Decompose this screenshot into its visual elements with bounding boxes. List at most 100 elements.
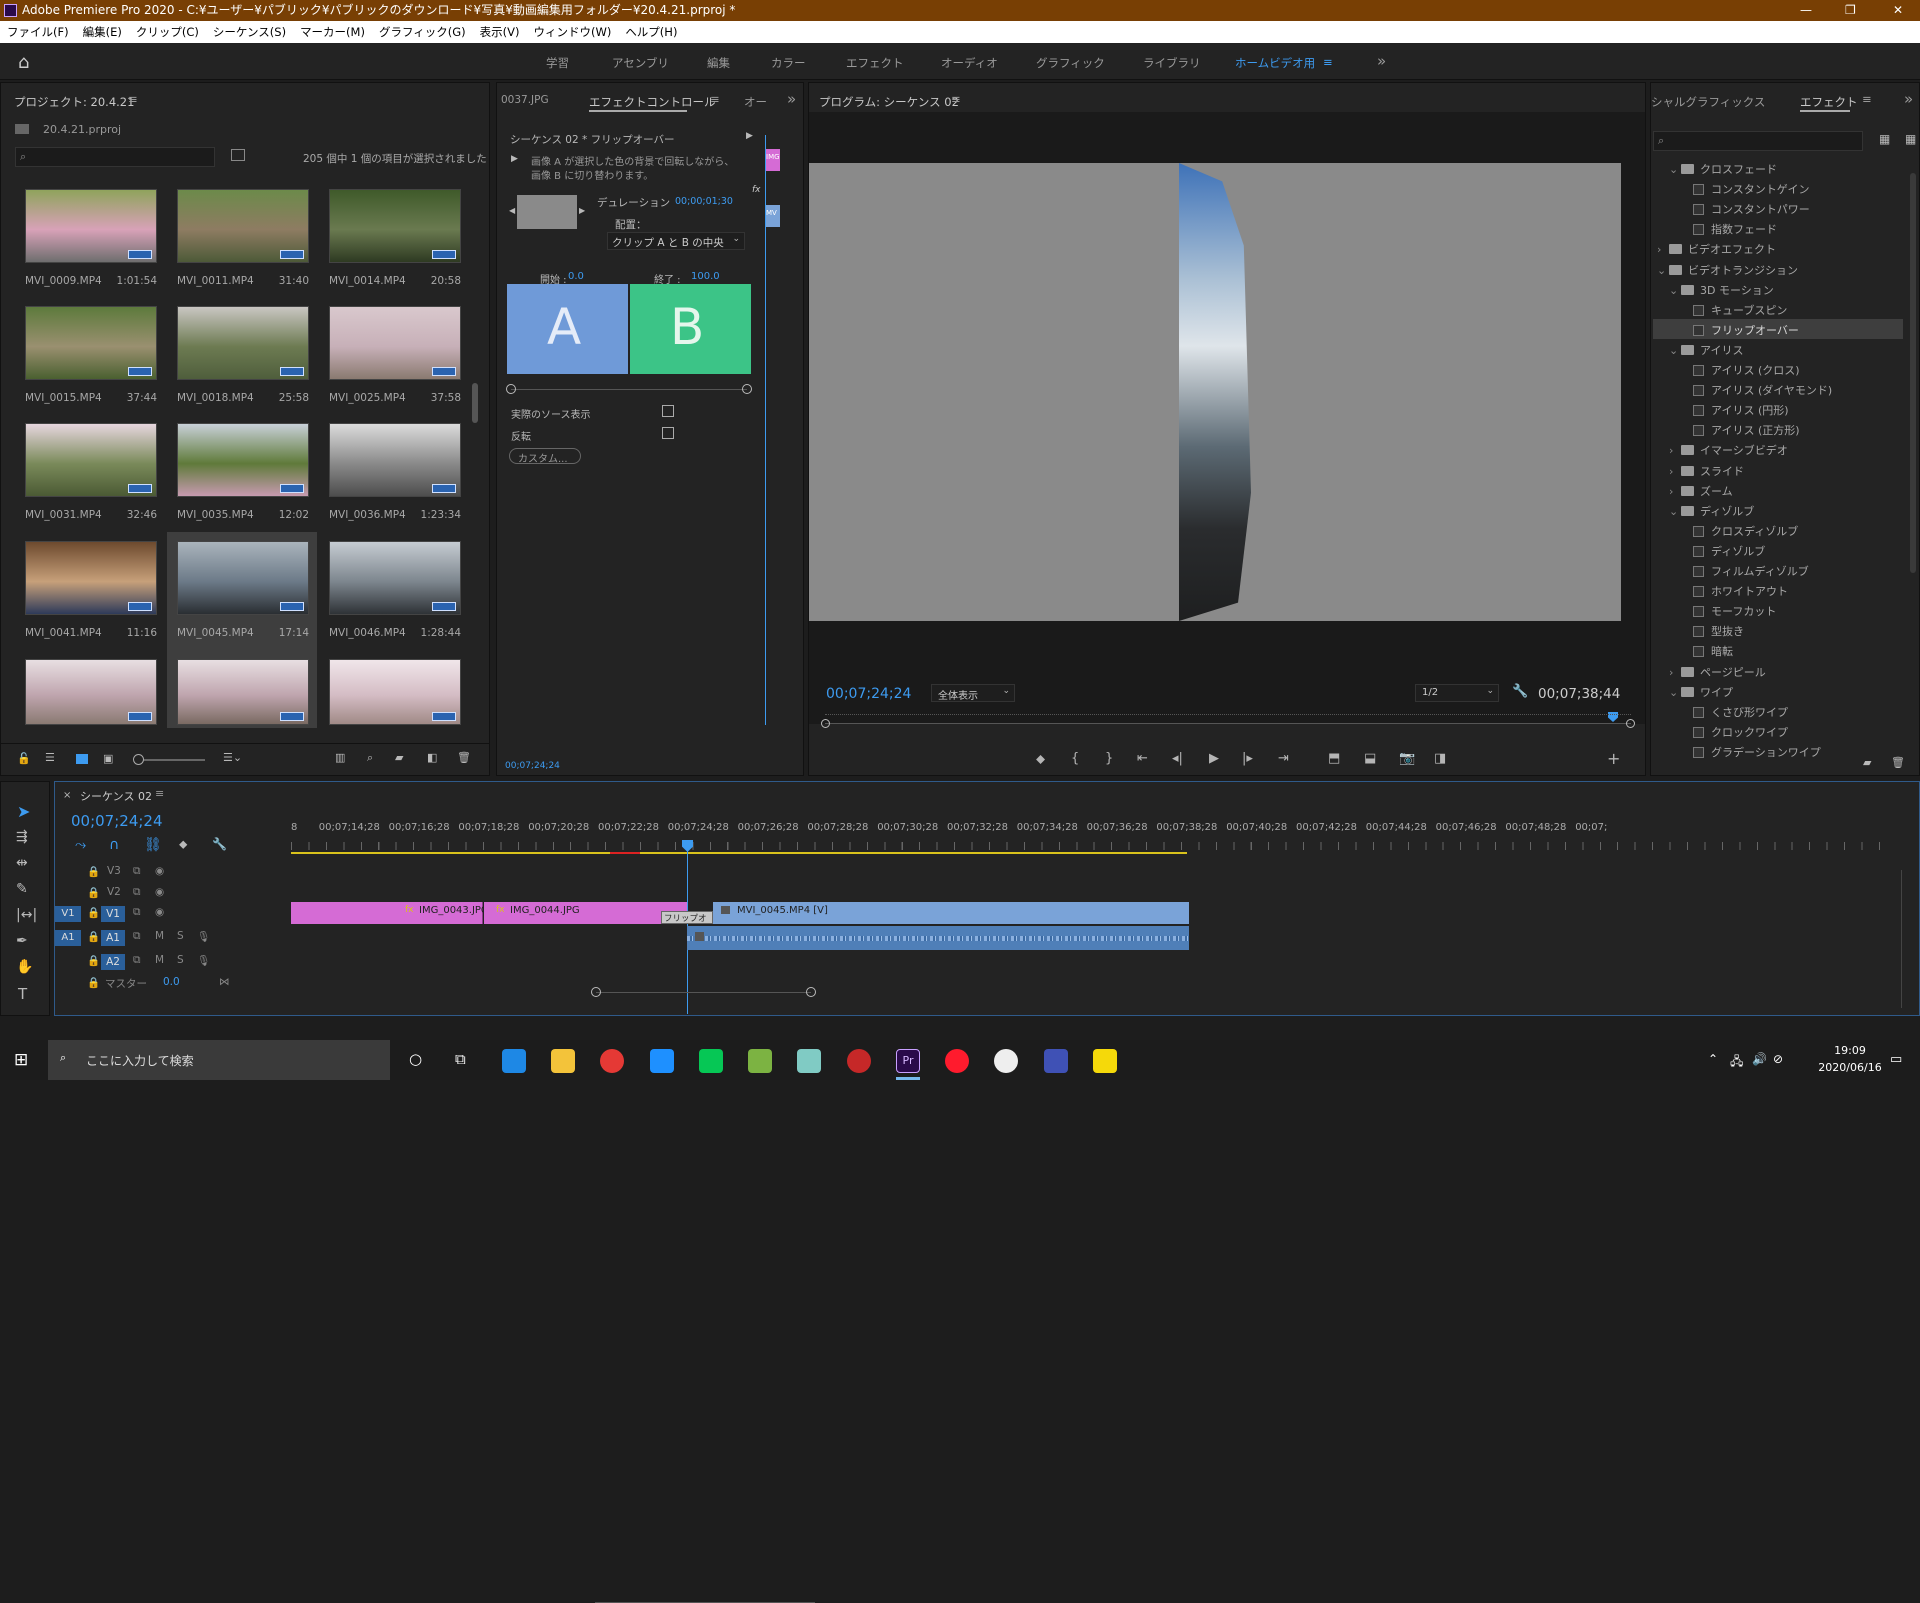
clip-thumbnail[interactable] — [25, 423, 157, 497]
menu-clip[interactable]: クリップ(C) — [136, 25, 199, 39]
project-scrollbar[interactable] — [472, 383, 478, 423]
effect-item[interactable]: くさび形ワイプ — [1681, 704, 1788, 720]
menu-sequence[interactable]: シーケンス(S) — [213, 25, 286, 39]
clock-time[interactable]: 19:09 — [1820, 1044, 1880, 1057]
app-icon-3[interactable] — [748, 1049, 772, 1073]
list-view-icon[interactable]: ☰ — [45, 751, 55, 764]
track-select-tool-icon[interactable]: ⇶ — [16, 829, 28, 845]
mark-out-icon[interactable]: } — [1105, 751, 1113, 766]
new-bin-icon[interactable]: ▰ — [395, 751, 403, 764]
clip-thumbnail[interactable] — [177, 541, 309, 615]
app-icon-6[interactable] — [994, 1049, 1018, 1073]
tab-audio[interactable]: オー — [744, 94, 767, 110]
effects-more-icon[interactable]: » — [1904, 90, 1913, 108]
track-target-a1[interactable]: A1 — [101, 930, 125, 946]
premiere-pro-icon[interactable]: Pr — [896, 1049, 920, 1073]
effect-folder[interactable]: ⌄ ワイプ — [1669, 684, 1733, 700]
file-explorer-icon[interactable] — [551, 1049, 575, 1073]
effect-item[interactable]: クロスディゾルブ — [1681, 523, 1798, 539]
wrench-icon[interactable]: 🔧 — [1512, 684, 1528, 699]
add-marker-icon[interactable]: ⬥ — [1036, 752, 1045, 767]
effect-folder[interactable]: › ビデオエフェクト — [1657, 241, 1776, 257]
play-transition-icon[interactable]: ▶ — [511, 154, 518, 164]
lock-v3-icon[interactable]: 🔒 — [87, 865, 100, 878]
lock-v1-icon[interactable]: 🔒 — [87, 906, 100, 919]
mic-a1-icon[interactable]: 🎙 — [197, 930, 210, 943]
program-scrubber[interactable] — [821, 712, 1635, 728]
mute-a2[interactable]: M — [155, 954, 164, 966]
source-patch-a1[interactable]: A1 — [55, 930, 81, 946]
close-sequence-icon[interactable]: × — [63, 790, 71, 801]
effect-item[interactable]: 指数フェード — [1681, 221, 1777, 237]
show-source-checkbox[interactable] — [662, 405, 674, 417]
edge-icon[interactable] — [502, 1049, 526, 1073]
master-volume[interactable]: 0.0 — [163, 976, 180, 988]
extract-icon[interactable]: ⬓ — [1364, 751, 1376, 766]
effect-item[interactable]: 暗転 — [1681, 643, 1733, 659]
effect-item[interactable]: モーフカット — [1681, 603, 1776, 619]
transition-range-slider[interactable] — [506, 384, 752, 394]
menu-edit[interactable]: 編集(E) — [83, 25, 122, 39]
clip-thumbnail[interactable] — [329, 659, 461, 725]
clip-thumbnail[interactable] — [25, 306, 157, 380]
resolution-select[interactable]: 1/2 ⌄ — [1415, 684, 1499, 702]
sync-v1-icon[interactable]: ⧉ — [133, 906, 141, 919]
tab-effect-controls[interactable]: エフェクトコントロール — [589, 94, 716, 110]
effect-item[interactable]: ディゾルブ — [1681, 543, 1765, 559]
program-menu-icon[interactable]: ≡ — [951, 92, 961, 106]
eye-v1-icon[interactable]: ◉ — [155, 906, 164, 918]
lock-a1-icon[interactable]: 🔒 — [87, 930, 100, 943]
tab-effects[interactable]: エフェクト — [1800, 94, 1858, 110]
source-patch-v1[interactable]: V1 — [55, 906, 81, 922]
32bit-effects-icon[interactable]: ▦ — [1905, 132, 1916, 146]
effect-item[interactable]: クロックワイプ — [1681, 724, 1788, 740]
sync-a2-icon[interactable]: ⧉ — [133, 954, 141, 967]
ws-color[interactable]: カラー — [771, 55, 806, 71]
menu-marker[interactable]: マーカー(M) — [300, 25, 365, 39]
app-icon-5[interactable] — [847, 1049, 871, 1073]
effects-scrollbar[interactable] — [1910, 173, 1916, 573]
icon-view-icon[interactable] — [76, 754, 88, 764]
go-to-in-icon[interactable]: ⇤ — [1137, 751, 1148, 766]
slip-tool-icon[interactable]: |↔| — [16, 907, 37, 923]
home-icon[interactable]: ⌂ — [18, 52, 29, 73]
effects-search-input[interactable]: ⌕ — [1653, 131, 1863, 151]
ws-assembly[interactable]: アセンブリ — [612, 55, 669, 71]
effect-item[interactable]: アイリス (円形) — [1681, 402, 1789, 418]
effect-folder[interactable]: › ページピール — [1669, 664, 1766, 680]
app-icon-2[interactable] — [650, 1049, 674, 1073]
sort-icon[interactable]: ☰⌄ — [223, 751, 242, 764]
effect-item[interactable]: コンスタントパワー — [1681, 201, 1810, 217]
effect-folder[interactable]: ⌄ 3D モーション — [1669, 282, 1774, 298]
transition-flipover[interactable]: フリップオー — [661, 911, 713, 936]
solo-a2[interactable]: S — [177, 954, 184, 966]
menu-view[interactable]: 表示(V) — [480, 25, 520, 39]
ws-audio[interactable]: オーディオ — [941, 55, 998, 71]
program-playhead-tc[interactable]: 00;07;24;24 — [826, 686, 911, 702]
effect-item[interactable]: キューブスピン — [1681, 302, 1787, 318]
button-editor-icon[interactable]: + — [1607, 749, 1620, 768]
effect-folder[interactable]: ⌄ ディゾルブ — [1669, 503, 1754, 519]
clip-thumbnail[interactable] — [177, 659, 309, 725]
mute-a1[interactable]: M — [155, 930, 164, 942]
new-custom-bin-icon[interactable]: ▰ — [1863, 756, 1871, 769]
taskbar-search[interactable]: ⌕ ここに入力して検索 — [48, 1040, 390, 1080]
sequence-tab[interactable]: シーケンス 02 — [80, 788, 152, 804]
lock-icon[interactable]: 🔓 — [17, 752, 31, 765]
menu-file[interactable]: ファイル(F) — [7, 25, 69, 39]
lock-master-icon[interactable]: 🔒 — [87, 976, 100, 989]
solo-a1[interactable]: S — [177, 930, 184, 942]
ripple-edit-tool-icon[interactable]: ⇹ — [16, 855, 28, 871]
ws-library[interactable]: ライブラリ — [1143, 55, 1201, 71]
align-select[interactable]: クリップ A と B の中央 ⌄ — [607, 232, 745, 250]
linked-selection-icon[interactable]: ⛓ — [144, 837, 162, 853]
go-to-out-icon[interactable]: ⇥ — [1278, 751, 1289, 766]
snap-icon[interactable]: ∩ — [109, 837, 119, 853]
tray-chevron-icon[interactable]: ⌃ — [1708, 1052, 1718, 1066]
clip-thumbnail[interactable] — [25, 541, 157, 615]
ws-graphics[interactable]: グラフィック — [1036, 55, 1105, 71]
clip-thumbnail[interactable] — [329, 306, 461, 380]
ws-edit[interactable]: 編集 — [707, 55, 730, 71]
opera-icon[interactable] — [945, 1049, 969, 1073]
ec-menu-icon[interactable]: ≡ — [710, 92, 720, 106]
